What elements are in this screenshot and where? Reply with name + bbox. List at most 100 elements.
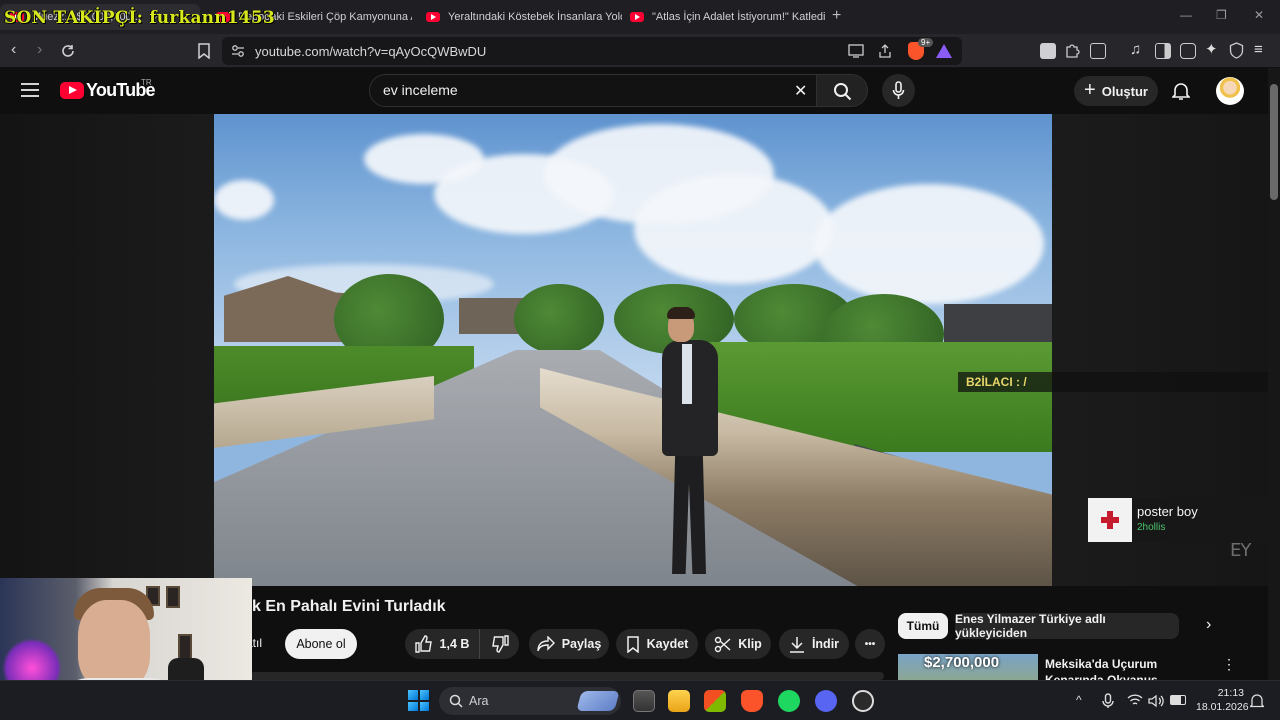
cloud bbox=[214, 180, 274, 220]
extensions-puzzle-icon[interactable] bbox=[1064, 43, 1080, 59]
extension-icon[interactable] bbox=[1040, 43, 1056, 59]
youtube-header: YouTube TR ✕ + Oluştur bbox=[0, 68, 1268, 114]
file-explorer-icon[interactable] bbox=[668, 690, 690, 712]
subscribe-button[interactable]: Abone ol bbox=[285, 629, 357, 659]
cloud bbox=[634, 174, 834, 284]
new-tab-button[interactable]: + bbox=[832, 7, 841, 25]
microphone-tray-icon[interactable] bbox=[1102, 693, 1114, 709]
site-settings-icon[interactable] bbox=[231, 44, 245, 58]
download-button[interactable]: İndir bbox=[779, 629, 849, 659]
share-label: Paylaş bbox=[561, 637, 602, 651]
tray-chevron-icon[interactable]: ^ bbox=[1076, 693, 1082, 707]
share-icon[interactable] bbox=[877, 43, 893, 59]
leo-ai-icon[interactable]: ✦ bbox=[1205, 40, 1218, 58]
windows-taskbar: Ara ^ 21:13 18.01.2026 bbox=[0, 680, 1280, 720]
thumbs-down-icon bbox=[491, 635, 509, 653]
volume-icon[interactable] bbox=[1148, 694, 1164, 708]
youtube-logo-icon[interactable] bbox=[60, 82, 84, 99]
download-label: İndir bbox=[811, 637, 840, 651]
brave-rewards-icon[interactable] bbox=[936, 44, 952, 58]
obs-icon[interactable] bbox=[852, 690, 874, 712]
close-window-button[interactable]: ✕ bbox=[1254, 8, 1264, 22]
tab[interactable]: "Atlas İçin Adalet İstiyorum!" Katledil bbox=[620, 4, 826, 30]
save-label: Kaydet bbox=[646, 637, 689, 651]
chip-uploader[interactable]: Enes Yilmazer Türkiye adlı yükleyiciden bbox=[955, 612, 1179, 640]
thumbnail-price-text: $2,700,000 bbox=[924, 654, 1000, 671]
clear-search-icon[interactable]: ✕ bbox=[794, 81, 807, 101]
like-count: 1,4 B bbox=[439, 637, 470, 651]
now-playing-card: poster boy 2hollis bbox=[1088, 498, 1268, 542]
vpn-shield-icon[interactable] bbox=[1229, 42, 1244, 59]
sidebar-toggle-icon[interactable] bbox=[1155, 43, 1171, 59]
media-controls-icon[interactable]: ♫ bbox=[1130, 41, 1141, 58]
description-box-edge bbox=[250, 672, 884, 680]
youtube-favicon-icon bbox=[426, 12, 440, 22]
create-label: Oluştur bbox=[1101, 83, 1148, 99]
stream-b2-label: B2İLACI : / bbox=[958, 372, 1268, 392]
battery-icon[interactable] bbox=[1170, 695, 1186, 705]
voice-search-button[interactable] bbox=[882, 74, 915, 107]
share-button[interactable]: Paylaş bbox=[529, 629, 609, 659]
thumbs-up-icon bbox=[414, 635, 432, 653]
search-button[interactable] bbox=[816, 74, 868, 107]
video-person-shirt bbox=[682, 344, 692, 404]
tab-label: "Atlas İçin Adalet İstiyorum!" Katledil bbox=[652, 11, 826, 23]
brave-browser-icon[interactable] bbox=[741, 690, 763, 712]
url-bar[interactable]: youtube.com/watch?v=qAyOcQWBwDU 9+ bbox=[222, 37, 962, 65]
bookmark-icon[interactable] bbox=[197, 43, 211, 59]
menu-icon[interactable]: ≡ bbox=[1254, 41, 1263, 58]
avatar[interactable] bbox=[1216, 77, 1244, 105]
screenshot-icon[interactable] bbox=[1090, 43, 1106, 59]
recommendation-menu-icon[interactable]: ⋮ bbox=[1222, 656, 1236, 673]
scissors-icon bbox=[714, 636, 731, 652]
wallet-icon[interactable] bbox=[1180, 43, 1196, 59]
taskbar-clock[interactable]: 21:13 18.01.2026 bbox=[1196, 686, 1249, 714]
tab-label: Yeraltındaki Köstebek İnsanlara Yolcu bbox=[448, 11, 622, 23]
brave-badge: 9+ bbox=[918, 38, 934, 47]
search-box[interactable]: ✕ bbox=[369, 74, 817, 107]
clip-label: Klip bbox=[738, 637, 762, 651]
save-button[interactable]: Kaydet bbox=[616, 629, 698, 659]
dislike-button[interactable] bbox=[479, 629, 519, 659]
like-button[interactable]: 1,4 B bbox=[405, 629, 479, 659]
album-art-icon bbox=[1088, 498, 1132, 542]
clip-button[interactable]: Klip bbox=[705, 629, 771, 659]
more-actions-button[interactable]: ••• bbox=[855, 629, 885, 659]
notifications-bell-icon[interactable] bbox=[1172, 81, 1190, 101]
notifications-icon[interactable] bbox=[1250, 693, 1264, 709]
chip-all[interactable]: Tümü bbox=[898, 613, 948, 639]
cast-icon[interactable] bbox=[848, 44, 864, 58]
create-button[interactable]: + Oluştur bbox=[1074, 76, 1158, 106]
microphone-icon bbox=[892, 81, 905, 99]
hamburger-menu-icon[interactable] bbox=[21, 83, 39, 97]
video-player[interactable] bbox=[214, 114, 1052, 586]
browser-tab-bar: Muezz... $2,000,000... ✕ Depodaki Eskile… bbox=[0, 0, 1280, 34]
tab[interactable]: Yeraltındaki Köstebek İnsanlara Yolcu bbox=[416, 4, 622, 30]
search-icon bbox=[834, 83, 852, 101]
song-title: poster boy bbox=[1137, 504, 1198, 519]
plus-icon: + bbox=[1084, 78, 1096, 101]
search-highlight-icon bbox=[576, 691, 620, 711]
minimize-button[interactable]: — bbox=[1180, 8, 1192, 22]
taskbar-search[interactable]: Ara bbox=[439, 687, 621, 715]
discord-icon[interactable] bbox=[815, 690, 837, 712]
wall-frame bbox=[166, 586, 180, 608]
back-icon[interactable]: ‹ bbox=[11, 41, 16, 59]
country-code: TR bbox=[141, 78, 152, 87]
recommendation-thumbnail[interactable]: $2,700,000 bbox=[898, 654, 1038, 680]
spotify-icon[interactable] bbox=[778, 690, 800, 712]
forward-icon[interactable]: › bbox=[37, 41, 42, 59]
chevron-right-icon[interactable]: › bbox=[1206, 616, 1211, 634]
task-view-icon[interactable] bbox=[633, 690, 655, 712]
search-input[interactable] bbox=[383, 82, 763, 98]
clock-time: 21:13 bbox=[1217, 687, 1244, 699]
wifi-icon[interactable] bbox=[1127, 694, 1143, 707]
reload-icon[interactable] bbox=[60, 43, 76, 59]
maximize-button[interactable]: ❐ bbox=[1216, 8, 1227, 22]
scrollbar-thumb[interactable] bbox=[1270, 84, 1278, 200]
search-icon bbox=[449, 694, 463, 708]
recommendation-title[interactable]: Meksika'da Uçurum Kenarında Okyanus Manz… bbox=[1045, 656, 1210, 680]
microsoft-store-icon[interactable] bbox=[704, 690, 726, 712]
windows-start-icon[interactable] bbox=[408, 690, 429, 711]
stream-follower-overlay: SON TAKİPÇİ: furkann1453 bbox=[4, 8, 275, 28]
